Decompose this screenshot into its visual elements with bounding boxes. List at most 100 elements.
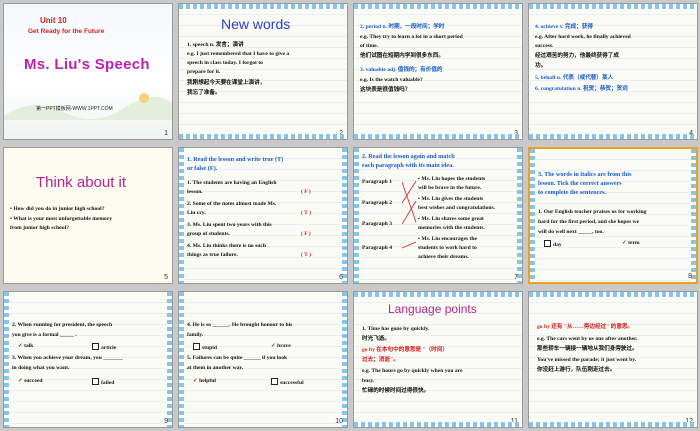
slide-thumbnail-2[interactable]: New words 1. speech n. 发言；演讲 e.g. I just… xyxy=(178,3,348,140)
slide-thumbnail-6[interactable]: 1. Read the lesson and write true (T) or… xyxy=(178,147,348,284)
item-text: Liu cry. xyxy=(187,210,206,216)
slide-line: 经过艰苦的努力，他最终获得了成 xyxy=(535,53,619,59)
slide-line: e.g. The cars went by us one after anoth… xyxy=(537,336,638,342)
slide-heading: Language points xyxy=(388,302,477,316)
slide-line: 5. behalf n. 代表（或代替）某人 xyxy=(535,75,614,81)
option-failed: failed xyxy=(92,378,114,387)
idea-line: will be brave in the future. xyxy=(418,185,482,191)
slide-number: 12 xyxy=(685,418,693,425)
slide-number: 2 xyxy=(339,130,343,137)
option-brave: ✓ brave xyxy=(271,343,291,349)
slide-line: 我刚想起今天要在课堂上演讲， xyxy=(187,80,266,86)
tick-icon: ✓ xyxy=(18,378,23,384)
slide-thumbnail-9[interactable]: 2. When running for president, the speec… xyxy=(3,291,173,428)
item-text: 1. The students are having an English xyxy=(187,180,277,186)
slide-line: 3. valuable adj. 值钱的；有价值的 xyxy=(360,67,443,73)
slide-line: 功。 xyxy=(535,63,547,69)
slide-line: 时光飞逝。 xyxy=(362,336,390,342)
slide-line: 我忘了准备。 xyxy=(187,90,221,96)
slide-number: 4 xyxy=(689,130,693,137)
tick-icon: ✓ xyxy=(193,378,198,384)
tick-icon: ✓ xyxy=(18,343,23,349)
option-successful: successful xyxy=(271,378,304,387)
slide-line: 你没赶上游行，队伍刚走过去。 xyxy=(537,367,616,373)
slide-line: • How did you do in junior high school? xyxy=(10,206,105,212)
slide-number: 5 xyxy=(164,274,168,281)
option-talk: ✓ talk xyxy=(18,343,34,349)
slide-line: of time. xyxy=(360,43,379,49)
checkbox-icon xyxy=(544,240,551,247)
slide-line: 2. period n. 时期，一段时间；学时 xyxy=(360,24,445,30)
paragraph-label: Paragraph 2 xyxy=(362,200,392,206)
slide-number: 9 xyxy=(164,418,168,425)
slide-number: 11 xyxy=(510,418,518,425)
slide-line: e.g. They try to learn a lot in a short … xyxy=(360,34,463,40)
item-answer: ( F ) xyxy=(301,231,311,237)
slide-line: • What is your most unforgettable memory xyxy=(10,216,113,222)
idea-line: achieve their dreams. xyxy=(418,254,469,260)
slide-number: 3 xyxy=(514,130,518,137)
slide-line: 6. congratulation n. 祝贺；恭贺；贺词 xyxy=(535,86,628,92)
item-answer: ( F ) xyxy=(301,189,311,195)
slide-line: 1. speech n. 发言；演讲 xyxy=(187,42,244,48)
question-text: in doing what you want. xyxy=(12,365,70,371)
slide-line: success. xyxy=(535,43,554,49)
slide-number: 7 xyxy=(514,274,518,281)
slide-heading: Think about it xyxy=(36,174,127,191)
slide-line: 4. achieve v. 完成；获得 xyxy=(535,24,593,30)
slide-heading-cont: to complete the sentences. xyxy=(538,189,607,196)
slide-line: e.g. Is the watch valuable? xyxy=(360,77,423,83)
slide-heading-cont: each paragraph with its main idea. xyxy=(362,162,454,169)
option-helpful: ✓ helpful xyxy=(193,378,216,384)
slide-line: go by 还有 "从……旁边经过" 的意思。 xyxy=(537,324,634,330)
question-text: 5. Failures can be quite ______ if you l… xyxy=(187,355,288,361)
slide-line: 忙碌的时候时间过得很快。 xyxy=(362,388,430,394)
tick-icon: ✓ xyxy=(271,343,276,349)
slide-line: 过去；消逝"。 xyxy=(362,357,399,363)
slide-thumbnail-7[interactable]: 2. Read the lesson again and match each … xyxy=(353,147,523,284)
slide-line: go by 在本句中的意思是 "（时间） xyxy=(362,347,448,353)
idea-line: • Ms. Liu gives the students xyxy=(418,196,484,202)
slide-number: 8 xyxy=(688,273,692,280)
question-text: 1. Our English teacher praises us for wo… xyxy=(538,209,647,215)
item-text: things as true failure. xyxy=(187,252,238,258)
slide-number: 6 xyxy=(339,274,343,281)
question-text: 4. He is so ______. He brought honour to… xyxy=(187,322,293,328)
slide-line: e.g. The hours go by quickly when you ar… xyxy=(362,368,463,374)
idea-line: • Ms. Liu hopes the students xyxy=(418,176,486,182)
slide-line: prepare for it. xyxy=(187,69,221,75)
slide-sorter-grid: Unit 10 Get Ready for the Future Ms. Liu… xyxy=(0,0,700,431)
item-text: group of students. xyxy=(187,231,230,237)
slide-thumbnail-1[interactable]: Unit 10 Get Ready for the Future Ms. Liu… xyxy=(3,3,173,140)
slide-line: 这块表是很值钱吗？ xyxy=(360,87,411,93)
slide-thumbnail-12[interactable]: go by 还有 "从……旁边经过" 的意思。 e.g. The cars we… xyxy=(528,291,698,428)
paragraph-label: Paragraph 1 xyxy=(362,179,392,185)
slide-heading-cont: or false (F). xyxy=(187,165,218,172)
tick-icon: ✓ xyxy=(622,240,627,246)
paragraph-label: Paragraph 4 xyxy=(362,245,392,251)
slide-heading: 2. Read the lesson again and match xyxy=(362,153,455,160)
option-term: ✓ term xyxy=(622,240,640,246)
slide-heading: New words xyxy=(221,16,291,32)
slide-line: from junior high school? xyxy=(10,225,70,231)
slide-heading: 3. The words in italics are from this xyxy=(538,171,632,178)
slide-thumbnail-8[interactable]: 3. The words in italics are from this le… xyxy=(528,147,698,284)
paragraph-label: Paragraph 3 xyxy=(362,221,392,227)
slide-thumbnail-5[interactable]: Think about it • How did you do in junio… xyxy=(3,147,173,284)
cover-footer: 第一PPT模板网-WWW.1PPT.COM xyxy=(36,106,113,112)
slide-thumbnail-4[interactable]: 4. achieve v. 完成；获得 e.g. After hard work… xyxy=(528,3,698,140)
checkbox-icon xyxy=(92,378,99,385)
slide-thumbnail-11[interactable]: Language points 1. Time has gone by quic… xyxy=(353,291,523,428)
question-text: at them in another way. xyxy=(187,365,244,371)
option-succeed: ✓ succeed xyxy=(18,378,43,384)
idea-line: • Ms. Liu encourages the xyxy=(418,236,477,242)
slide-heading: 1. Read the lesson and write true (T) xyxy=(187,156,284,163)
slide-thumbnail-3[interactable]: 2. period n. 时期，一段时间；学时 e.g. They try to… xyxy=(353,3,523,140)
item-answer: ( T ) xyxy=(301,252,312,258)
item-answer: ( T ) xyxy=(301,210,312,216)
slide-thumbnail-10[interactable]: 4. He is so ______. He brought honour to… xyxy=(178,291,348,428)
idea-line: students to work hard to xyxy=(418,245,477,251)
idea-line: best wishes and congratulations. xyxy=(418,205,496,211)
question-text: hard for the first period, and she hopes… xyxy=(538,219,640,225)
option-stupid: stupid xyxy=(193,343,217,352)
